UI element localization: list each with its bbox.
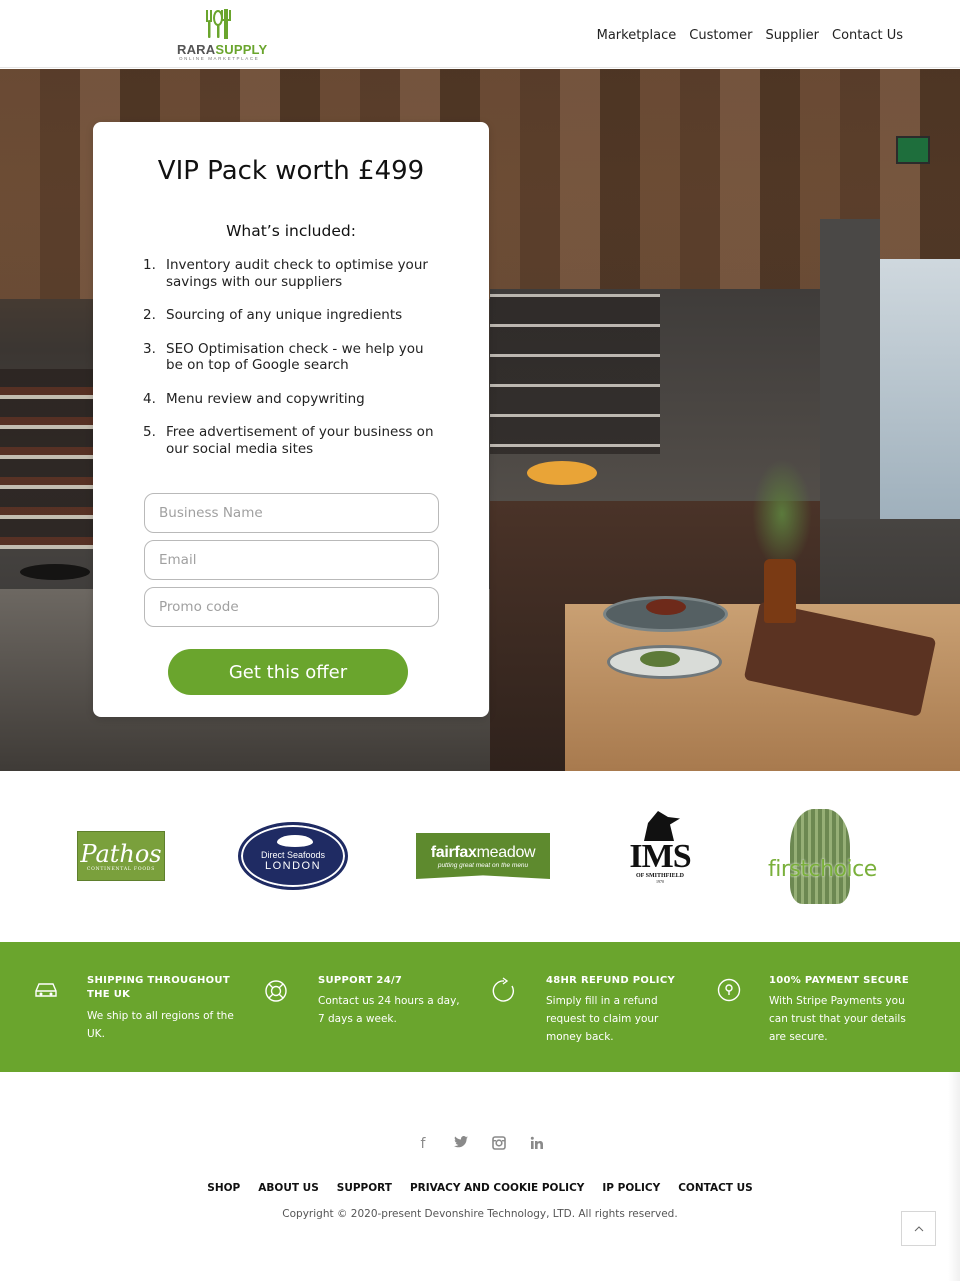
dsl-city: LONDON bbox=[264, 860, 322, 872]
instagram-icon[interactable] bbox=[491, 1136, 507, 1152]
footer-link-contact[interactable]: CONTACT US bbox=[678, 1182, 753, 1194]
ims-year: 1970 bbox=[656, 879, 664, 884]
item-text: Menu review and copywriting bbox=[166, 390, 365, 407]
list-item: 4. Menu review and copywriting bbox=[143, 391, 443, 408]
list-item: 3. SEO Optimisation check - we help you b… bbox=[143, 341, 443, 374]
direct-seafoods-logo[interactable]: Direct Seafoods LONDON bbox=[238, 822, 348, 890]
site-header: RARASUPPLY ONLINE MARKETPLACE Marketplac… bbox=[0, 0, 960, 68]
offer-items-list: 1. Inventory audit check to optimise your… bbox=[143, 257, 443, 474]
hero-right-wall bbox=[820, 219, 880, 519]
hero-plant bbox=[752, 459, 812, 569]
vip-offer-card: VIP Pack worth £499 What’s included: 1. I… bbox=[93, 122, 489, 717]
ffm-tagline: putting great meat on the menu bbox=[437, 861, 529, 869]
exit-sign bbox=[896, 136, 930, 164]
item-number: 5. bbox=[143, 424, 156, 440]
offer-subtitle: What’s included: bbox=[226, 222, 356, 240]
nav-customer[interactable]: Customer bbox=[689, 28, 752, 43]
hero-dish bbox=[646, 599, 686, 615]
get-offer-button[interactable]: Get this offer bbox=[168, 649, 408, 695]
linkedin-icon[interactable] bbox=[529, 1136, 545, 1152]
cutlery-icon bbox=[206, 9, 231, 39]
nav-contact-us[interactable]: Contact Us bbox=[832, 28, 903, 43]
feature-desc: Simply fill in a refund request to claim… bbox=[546, 995, 659, 1043]
footer-link-support[interactable]: SUPPORT bbox=[337, 1182, 392, 1194]
list-item: 2. Sourcing of any unique ingredients bbox=[143, 307, 443, 324]
fish-icon bbox=[277, 835, 313, 847]
item-number: 2. bbox=[143, 307, 156, 323]
footer-link-about[interactable]: ABOUT US bbox=[258, 1182, 319, 1194]
back-to-top-button[interactable] bbox=[901, 1211, 936, 1246]
refresh-icon bbox=[492, 977, 515, 1002]
promo-code-input[interactable] bbox=[144, 587, 439, 627]
item-text: Free advertisement of your business on o… bbox=[166, 424, 434, 457]
pathos-subtitle: CONTINENTAL FOODS bbox=[86, 866, 156, 872]
logo-wordmark: RARASUPPLY bbox=[177, 42, 268, 57]
main-nav: Marketplace Customer Supplier Contact Us bbox=[597, 28, 903, 43]
firstchoice-wordmark: firstchoice bbox=[768, 857, 877, 882]
feature-title: SUPPORT 24/7 bbox=[318, 975, 403, 986]
hero-window bbox=[880, 259, 960, 519]
feature-desc: Contact us 24 hours a day, 7 days a week… bbox=[318, 995, 460, 1025]
partner-brands: Pathos CONTINENTAL FOODS Direct Seafoods… bbox=[0, 771, 960, 942]
nav-supplier[interactable]: Supplier bbox=[765, 28, 819, 43]
offer-title: VIP Pack worth £499 bbox=[157, 156, 425, 186]
item-number: 3. bbox=[143, 340, 156, 357]
list-item: 5. Free advertisement of your business on… bbox=[143, 424, 443, 457]
feature-title: SHIPPING THROUGHOUT THE UK bbox=[87, 975, 230, 1000]
pathos-logo[interactable]: Pathos CONTINENTAL FOODS bbox=[77, 831, 165, 881]
ims-smithfield-logo[interactable]: IMS OF SMITHFIELD 1970 bbox=[618, 811, 702, 893]
item-number: 4. bbox=[143, 390, 156, 407]
footer-link-privacy[interactable]: PRIVACY AND COOKIE POLICY bbox=[410, 1182, 584, 1194]
logo-tagline: ONLINE MARKETPLACE bbox=[179, 56, 260, 61]
ffm-wordmark: fairfaxmeadow bbox=[430, 843, 536, 861]
footer-links: SHOP ABOUT US SUPPORT PRIVACY AND COOKIE… bbox=[0, 1182, 960, 1194]
feature-title: 100% PAYMENT SECURE bbox=[769, 975, 909, 986]
hero-fruit-bowl bbox=[527, 461, 597, 485]
hero-back-shelf bbox=[490, 294, 660, 454]
lifebuoy-icon bbox=[265, 980, 287, 1002]
item-text: Sourcing of any unique ingredients bbox=[166, 307, 403, 323]
pathos-wordmark: Pathos bbox=[80, 839, 162, 868]
hero-dish bbox=[640, 651, 680, 667]
business-name-input[interactable] bbox=[144, 493, 439, 533]
rarasupply-logo[interactable]: RARASUPPLY ONLINE MARKETPLACE bbox=[177, 8, 267, 62]
hero-bar-stool bbox=[20, 564, 90, 580]
feature-desc: With Stripe Payments you can trust that … bbox=[769, 995, 906, 1043]
griffin-icon bbox=[644, 811, 680, 841]
fairfax-meadow-logo[interactable]: fairfaxmeadow putting great meat on the … bbox=[416, 833, 550, 879]
email-input[interactable] bbox=[144, 540, 439, 580]
car-icon bbox=[35, 983, 57, 997]
item-text: Inventory audit check to optimise your s… bbox=[166, 257, 428, 290]
item-text: SEO Optimisation check - we help you be … bbox=[166, 340, 424, 374]
item-number: 1. bbox=[143, 257, 156, 273]
nav-marketplace[interactable]: Marketplace bbox=[597, 28, 677, 43]
site-footer: f SHOP ABOUT US SUPPORT PRIVACY AND COOK… bbox=[0, 1072, 960, 1281]
ims-wordmark: IMS bbox=[629, 838, 691, 875]
twitter-icon[interactable] bbox=[453, 1136, 469, 1152]
dsl-name: Direct Seafoods bbox=[260, 850, 326, 860]
lock-icon bbox=[717, 978, 741, 1002]
footer-link-shop[interactable]: SHOP bbox=[207, 1182, 240, 1194]
feature-title: 48HR REFUND POLICY bbox=[546, 975, 676, 986]
scroll-edge-shadow bbox=[948, 1072, 960, 1281]
facebook-icon[interactable]: f bbox=[415, 1136, 431, 1152]
features-band: SHIPPING THROUGHOUT THE UK We ship to al… bbox=[0, 942, 960, 1072]
feature-desc: We ship to all regions of the UK. bbox=[87, 1010, 234, 1040]
copyright-text: Copyright © 2020-present Devonshire Tech… bbox=[282, 1208, 678, 1220]
chevron-up-icon bbox=[914, 1226, 923, 1232]
list-item: 1. Inventory audit check to optimise your… bbox=[143, 257, 443, 290]
firstchoice-logo[interactable]: firstchoice bbox=[768, 809, 880, 907]
social-links: f bbox=[0, 1136, 960, 1152]
hero-bottle bbox=[764, 559, 796, 623]
footer-link-ip-policy[interactable]: IP POLICY bbox=[602, 1182, 660, 1194]
